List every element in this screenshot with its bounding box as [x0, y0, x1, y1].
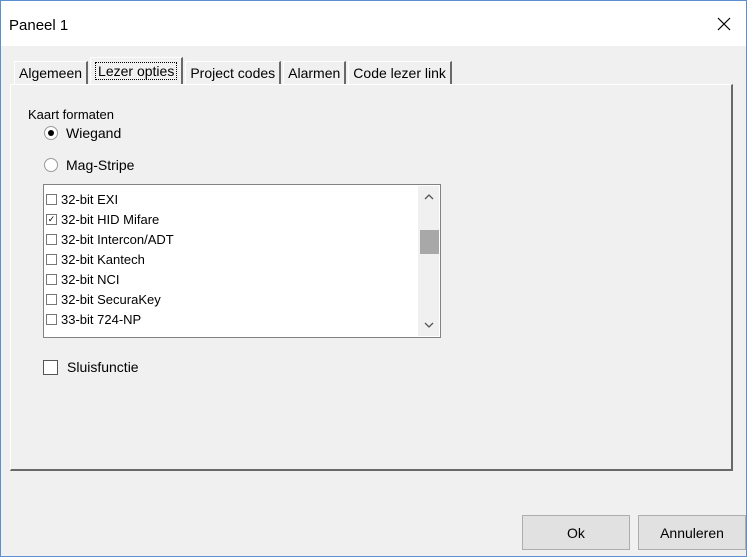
sluisfunctie-checkbox-row[interactable]: Sluisfunctie [43, 359, 139, 375]
checkbox[interactable] [46, 273, 57, 285]
scroll-thumb[interactable] [420, 230, 439, 254]
list-item[interactable]: 32-bit Kantech [46, 249, 174, 269]
radio-wiegand[interactable]: Wiegand [44, 125, 121, 141]
checkbox[interactable] [46, 193, 57, 205]
cancel-button[interactable]: Annuleren [638, 515, 746, 550]
radio-button[interactable] [44, 158, 58, 172]
list-item[interactable]: 32-bit NCI [46, 269, 174, 289]
scroll-up-button[interactable] [418, 187, 439, 207]
close-icon [717, 17, 731, 30]
window-title: Paneel 1 [9, 17, 69, 34]
sluisfunctie-checkbox[interactable] [43, 359, 58, 375]
close-button[interactable] [702, 1, 746, 46]
tab-lezer-opties[interactable]: Lezer opties [90, 57, 184, 84]
tab-alarmen[interactable]: Alarmen [283, 61, 347, 84]
tab-project-codes[interactable]: Project codes [185, 61, 282, 84]
title-bar: Paneel 1 [1, 1, 746, 46]
card-formats-label: Kaart formaten [28, 107, 114, 122]
ok-button[interactable]: Ok [522, 515, 630, 550]
list-item[interactable]: 32-bit EXI [46, 189, 174, 209]
tab-strip: Algemeen Lezer opties Project codes Alar… [14, 57, 454, 84]
list-item[interactable]: 32-bit Intercon/ADT [46, 229, 174, 249]
list-item[interactable]: 33-bit 724-NP [46, 309, 174, 329]
radio-mag-stripe[interactable]: Mag-Stripe [44, 157, 134, 173]
chevron-down-icon [424, 322, 433, 328]
vertical-scrollbar[interactable] [418, 186, 439, 336]
chevron-up-icon [424, 194, 433, 200]
checkbox[interactable] [46, 293, 57, 305]
list-item[interactable]: 32-bit SecuraKey [46, 289, 174, 309]
format-listbox[interactable]: 32-bit EXI ✓ 32-bit HID Mifare 32-bit Int… [43, 184, 441, 338]
checkbox[interactable] [46, 233, 57, 245]
tab-algemeen[interactable]: Algemeen [14, 61, 89, 84]
checkbox[interactable] [46, 313, 57, 325]
radio-button[interactable] [44, 126, 58, 140]
checkbox[interactable]: ✓ [46, 213, 57, 225]
checkbox[interactable] [46, 253, 57, 265]
list-item[interactable]: ✓ 32-bit HID Mifare [46, 209, 174, 229]
tab-code-lezer-link[interactable]: Code lezer link [348, 61, 452, 84]
scroll-down-button[interactable] [418, 315, 439, 335]
